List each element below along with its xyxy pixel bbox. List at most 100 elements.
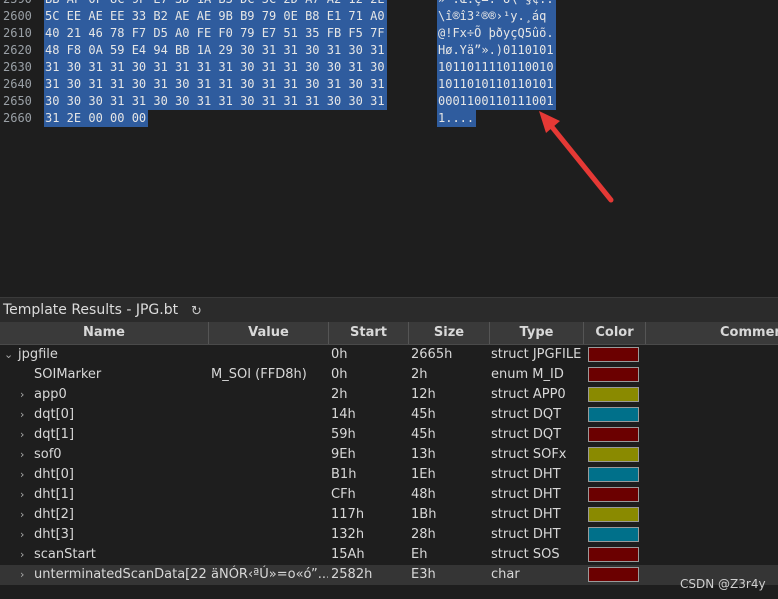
type-cell: struct DQT bbox=[491, 407, 562, 422]
column-header-comment[interactable]: Comment bbox=[646, 322, 778, 344]
table-row[interactable]: ⌄ jpgfile 0h 2665h struct JPGFILE bbox=[0, 345, 778, 365]
value-cell bbox=[211, 505, 328, 525]
start-cell: 0h bbox=[331, 367, 348, 382]
color-swatch[interactable] bbox=[588, 547, 639, 562]
table-row[interactable]: › unterminatedScanData[227] äNÓR‹ªÚ»=o«ó”.… bbox=[0, 565, 778, 585]
type-cell: struct DHT bbox=[491, 467, 561, 482]
template-results-title: Template Results - JPG.bt bbox=[3, 302, 179, 318]
start-cell: 2582h bbox=[331, 567, 373, 582]
row-name: dqt[0] bbox=[34, 407, 75, 422]
chevron-right-icon[interactable]: › bbox=[20, 525, 24, 545]
chevron-right-icon[interactable]: › bbox=[20, 445, 24, 465]
chevron-down-icon[interactable]: ⌄ bbox=[4, 345, 13, 365]
color-swatch[interactable] bbox=[588, 467, 639, 482]
name-cell: › dht[0] bbox=[0, 465, 207, 485]
row-name: SOIMarker bbox=[34, 367, 102, 382]
table-row[interactable]: › dqt[0] 14h 45h struct DQT bbox=[0, 405, 778, 425]
start-cell: 132h bbox=[331, 527, 365, 542]
row-name: dqt[1] bbox=[34, 427, 75, 442]
size-cell: 12h bbox=[411, 387, 436, 402]
start-cell: 117h bbox=[331, 507, 365, 522]
color-swatch[interactable] bbox=[588, 427, 639, 442]
start-cell: 0h bbox=[331, 347, 348, 362]
color-swatch[interactable] bbox=[588, 367, 639, 382]
type-cell: struct APP0 bbox=[491, 387, 566, 402]
row-name: dht[3] bbox=[34, 527, 75, 542]
template-results-header: Template Results - JPG.bt ↻ bbox=[0, 297, 778, 323]
table-row[interactable]: › dht[2] 117h 1Bh struct DHT bbox=[0, 505, 778, 525]
row-name: dht[1] bbox=[34, 487, 75, 502]
column-header-name[interactable]: Name bbox=[0, 322, 209, 344]
type-cell: struct DHT bbox=[491, 527, 561, 542]
chevron-right-icon[interactable]: › bbox=[20, 385, 24, 405]
name-cell: › dht[3] bbox=[0, 525, 207, 545]
value-cell bbox=[211, 405, 328, 425]
row-name: scanStart bbox=[34, 547, 96, 562]
start-cell: 9Eh bbox=[331, 447, 356, 462]
value-cell bbox=[211, 465, 328, 485]
color-swatch[interactable] bbox=[588, 447, 639, 462]
value-cell bbox=[211, 485, 328, 505]
row-name: sof0 bbox=[34, 447, 62, 462]
value-cell bbox=[211, 425, 328, 445]
name-cell: › app0 bbox=[0, 385, 207, 405]
color-swatch[interactable] bbox=[588, 347, 639, 362]
chevron-right-icon[interactable]: › bbox=[20, 465, 24, 485]
row-name: unterminatedScanData[227] bbox=[34, 567, 207, 582]
type-cell: struct DQT bbox=[491, 427, 562, 442]
name-cell: › dht[2] bbox=[0, 505, 207, 525]
name-cell: › dht[1] bbox=[0, 485, 207, 505]
table-row[interactable]: › dht[3] 132h 28h struct DHT bbox=[0, 525, 778, 545]
name-cell: ⌄ jpgfile bbox=[0, 345, 207, 365]
start-cell: B1h bbox=[331, 467, 357, 482]
name-cell: › dqt[1] bbox=[0, 425, 207, 445]
size-cell: 2h bbox=[411, 367, 428, 382]
size-cell: 1Bh bbox=[411, 507, 437, 522]
chevron-right-icon[interactable]: › bbox=[20, 565, 24, 585]
start-cell: CFh bbox=[331, 487, 356, 502]
value-cell: M_SOI (FFD8h) bbox=[211, 367, 307, 382]
start-cell: 15Ah bbox=[331, 547, 365, 562]
table-row[interactable]: › app0 2h 12h struct APP0 bbox=[0, 385, 778, 405]
type-cell: struct SOS bbox=[491, 547, 560, 562]
column-header-size[interactable]: Size bbox=[409, 322, 490, 344]
chevron-right-icon[interactable]: › bbox=[20, 505, 24, 525]
chevron-right-icon[interactable]: › bbox=[20, 545, 24, 565]
column-header-start[interactable]: Start bbox=[329, 322, 409, 344]
red-arrow-annotation bbox=[539, 111, 614, 203]
name-cell: › dqt[0] bbox=[0, 405, 207, 425]
chevron-right-icon[interactable]: › bbox=[20, 485, 24, 505]
color-swatch[interactable] bbox=[588, 507, 639, 522]
table-row[interactable]: › dht[1] CFh 48h struct DHT bbox=[0, 485, 778, 505]
hex-editor-pane[interactable]: 2590BB AF 0F 8C 9F E7 3D 1A B3 DC 5C 2D … bbox=[0, 0, 778, 296]
table-row[interactable]: SOIMarker M_SOI (FFD8h) 0h 2h enum M_ID bbox=[0, 365, 778, 385]
chevron-right-icon[interactable]: › bbox=[20, 425, 24, 445]
refresh-icon[interactable]: ↻ bbox=[191, 299, 202, 324]
column-header-type[interactable]: Type bbox=[490, 322, 584, 344]
value-cell bbox=[211, 345, 328, 365]
table-row[interactable]: › dht[0] B1h 1Eh struct DHT bbox=[0, 465, 778, 485]
type-cell: struct JPGFILE bbox=[491, 347, 582, 362]
value-cell: äNÓR‹ªÚ»=o«ó”... bbox=[211, 567, 328, 582]
column-header-value[interactable]: Value bbox=[209, 322, 329, 344]
table-row[interactable]: › dqt[1] 59h 45h struct DQT bbox=[0, 425, 778, 445]
name-cell: › unterminatedScanData[227] bbox=[0, 565, 207, 585]
column-header-color[interactable]: Color bbox=[584, 322, 646, 344]
size-cell: 13h bbox=[411, 447, 436, 462]
table-row[interactable]: › scanStart 15Ah Eh struct SOS bbox=[0, 545, 778, 565]
size-cell: 1Eh bbox=[411, 467, 436, 482]
chevron-right-icon[interactable]: › bbox=[20, 405, 24, 425]
row-name: jpgfile bbox=[18, 347, 58, 362]
color-swatch[interactable] bbox=[588, 527, 639, 542]
size-cell: 2665h bbox=[411, 347, 453, 362]
table-row[interactable]: › sof0 9Eh 13h struct SOFx bbox=[0, 445, 778, 465]
size-cell: E3h bbox=[411, 567, 436, 582]
row-name: dht[0] bbox=[34, 467, 75, 482]
color-swatch[interactable] bbox=[588, 487, 639, 502]
row-name: dht[2] bbox=[34, 507, 75, 522]
type-cell: struct DHT bbox=[491, 487, 561, 502]
color-swatch[interactable] bbox=[588, 387, 639, 402]
name-cell: › sof0 bbox=[0, 445, 207, 465]
color-swatch[interactable] bbox=[588, 407, 639, 422]
color-swatch[interactable] bbox=[588, 567, 639, 582]
